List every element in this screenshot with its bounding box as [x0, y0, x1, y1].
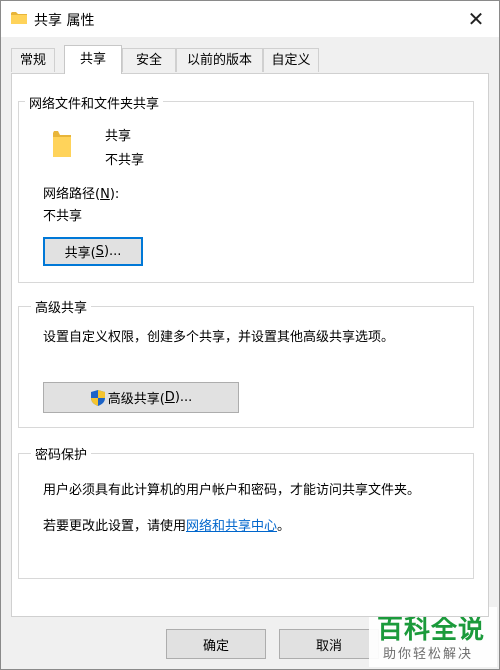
password-protection-title: 密码保护	[31, 444, 92, 463]
password-protection-description: 用户必须具有此计算机的用户帐户和密码，才能访问共享文件夹。	[43, 483, 421, 498]
window-title: 共享 属性	[34, 13, 95, 29]
advanced-sharing-button-prefix: 高级共享(	[107, 392, 165, 407]
tab-security[interactable]: 安全	[122, 48, 176, 72]
network-path-label-suffix: ):	[109, 187, 120, 202]
properties-window: 共享 属性 ✕ 常规 共享 安全 以前的版本 自定义 网络文件和文件夹共享 共享…	[0, 0, 500, 670]
share-button[interactable]: 共享(S)...	[43, 237, 143, 266]
ok-button[interactable]: 确定	[166, 629, 266, 659]
password-change-prefix: 若要更改此设置，请使用	[43, 519, 187, 534]
shared-folder-icon	[51, 129, 73, 159]
advanced-sharing-description: 设置自定义权限，创建多个共享，并设置其他高级共享选项。	[43, 330, 395, 345]
advanced-sharing-button-key: D	[164, 390, 175, 405]
watermark-sub: 助你轻松解决	[383, 647, 474, 662]
advanced-sharing-button[interactable]: 高级共享(D)...	[43, 382, 239, 413]
shared-item-name: 共享	[105, 129, 132, 144]
network-path-label: 网络路径(N):	[43, 183, 119, 202]
network-path-label-prefix: 网络路径(	[43, 187, 101, 202]
share-button-suffix: )...	[103, 244, 122, 259]
tab-general[interactable]: 常规	[11, 48, 55, 72]
uac-shield-icon	[90, 389, 106, 406]
network-sharing-center-link[interactable]: 网络和共享中心	[186, 519, 277, 534]
cancel-button[interactable]: 取消	[279, 629, 379, 659]
share-button-prefix: 共享(	[64, 246, 96, 261]
advanced-sharing-button-suffix: )...	[174, 390, 193, 405]
share-button-key: S	[95, 244, 104, 259]
folder-icon	[11, 11, 27, 25]
advanced-sharing-title: 高级共享	[31, 297, 92, 316]
network-sharing-title: 网络文件和文件夹共享	[25, 93, 164, 112]
network-path-label-key: N	[100, 187, 110, 202]
tab-customize[interactable]: 自定义	[263, 48, 319, 72]
tab-previous-versions[interactable]: 以前的版本	[176, 48, 263, 72]
shared-item-status: 不共享	[105, 153, 145, 168]
close-icon: ✕	[467, 7, 485, 31]
close-button[interactable]: ✕	[453, 1, 499, 37]
title-bar[interactable]: 共享 属性 ✕	[1, 1, 499, 37]
network-path-value: 不共享	[43, 209, 83, 224]
password-change-suffix: 。	[277, 519, 291, 534]
tab-sharing[interactable]: 共享	[64, 45, 122, 74]
password-change-text: 若要更改此设置，请使用网络和共享中心。	[43, 515, 290, 534]
